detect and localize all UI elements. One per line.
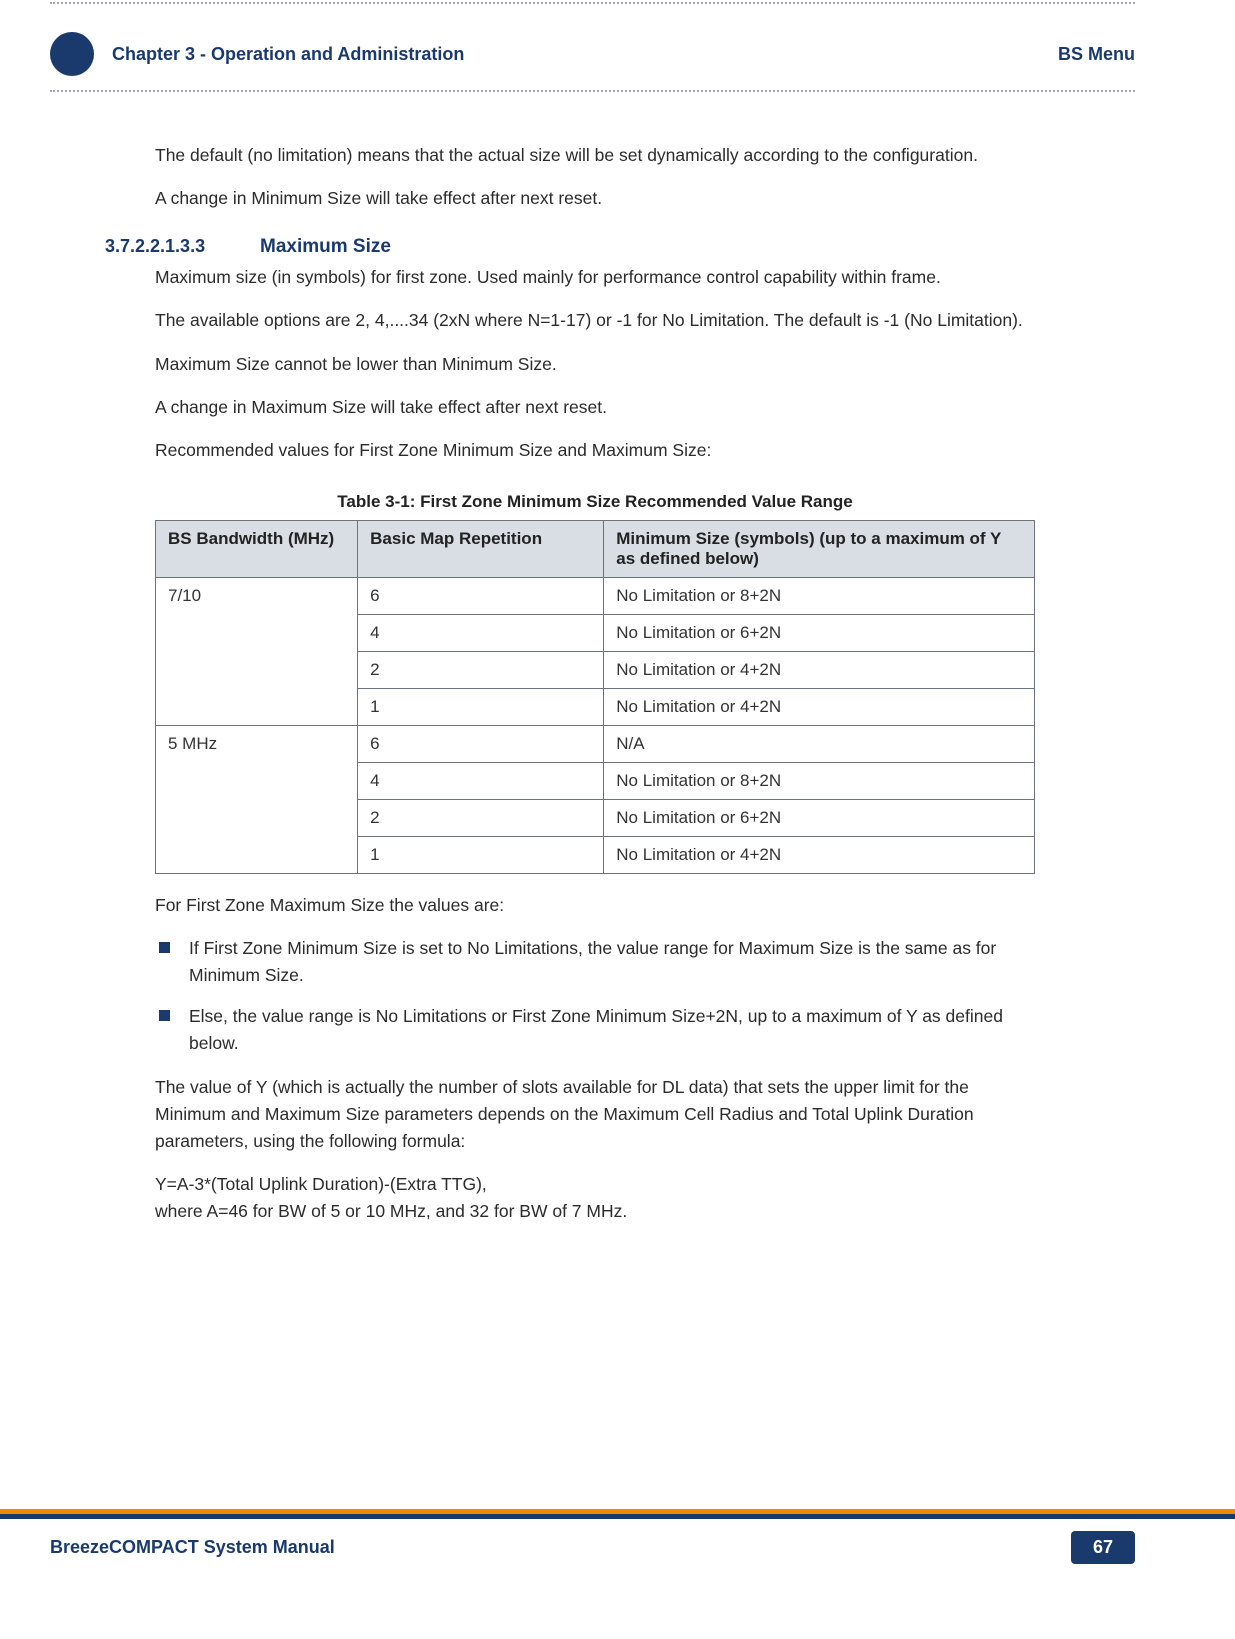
body-content: The default (no limitation) means that t… — [155, 142, 1035, 1225]
cell-rep: 4 — [358, 614, 604, 651]
formula-line-1: Y=A-3*(Total Uplink Duration)-(Extra TTG… — [155, 1174, 487, 1194]
section-title: Maximum Size — [260, 236, 391, 258]
section-heading-row: 3.7.2.2.1.3.3 Maximum Size — [155, 236, 1035, 258]
cell-rep: 6 — [358, 725, 604, 762]
cell-min: No Limitation or 6+2N — [604, 799, 1035, 836]
table-caption: Table 3-1: First Zone Minimum Size Recom… — [155, 492, 1035, 512]
section-paragraph-2: The available options are 2, 4,....34 (2… — [155, 307, 1035, 334]
cell-rep: 2 — [358, 799, 604, 836]
cell-min: No Limitation or 4+2N — [604, 688, 1035, 725]
footer-manual-title: BreezeCOMPACT System Manual — [50, 1537, 335, 1558]
page-number-badge: 67 — [1071, 1531, 1135, 1564]
cell-bw: 7/10 — [156, 577, 358, 725]
footer-color-bars — [0, 1514, 1235, 1519]
table-header-bw: BS Bandwidth (MHz) — [156, 520, 358, 577]
page-footer: BreezeCOMPACT System Manual 67 — [0, 1514, 1235, 1564]
cell-min: No Limitation or 8+2N — [604, 577, 1035, 614]
cell-min: No Limitation or 4+2N — [604, 651, 1035, 688]
table-row: 5 MHz6N/A — [156, 725, 1035, 762]
cell-rep: 6 — [358, 577, 604, 614]
intro-paragraph-1: The default (no limitation) means that t… — [155, 142, 1035, 169]
section-paragraph-3: Maximum Size cannot be lower than Minimu… — [155, 351, 1035, 378]
cell-rep: 4 — [358, 762, 604, 799]
intro-paragraph-2: A change in Minimum Size will take effec… — [155, 185, 1035, 212]
recommended-value-table: BS Bandwidth (MHz) Basic Map Repetition … — [155, 520, 1035, 874]
formula-line-2: where A=46 for BW of 5 or 10 MHz, and 32… — [155, 1201, 627, 1221]
cell-rep: 1 — [358, 836, 604, 873]
chapter-label: Chapter 3 - Operation and Administration — [112, 44, 1058, 65]
table-header-min: Minimum Size (symbols) (up to a maximum … — [604, 520, 1035, 577]
section-number: 3.7.2.2.1.3.3 — [105, 236, 260, 257]
cell-rep: 1 — [358, 688, 604, 725]
cell-min: No Limitation or 4+2N — [604, 836, 1035, 873]
section-paragraph-1: Maximum size (in symbols) for first zone… — [155, 264, 1035, 291]
list-item: Else, the value range is No Limitations … — [155, 1003, 1035, 1057]
header-bullet-icon — [50, 32, 94, 76]
list-item: If First Zone Minimum Size is set to No … — [155, 935, 1035, 989]
header-right-label: BS Menu — [1058, 44, 1135, 65]
after-table-paragraph-3: Y=A-3*(Total Uplink Duration)-(Extra TTG… — [155, 1171, 1035, 1225]
after-table-paragraph-2: The value of Y (which is actually the nu… — [155, 1074, 1035, 1155]
page-header: Chapter 3 - Operation and Administration… — [50, 4, 1135, 84]
cell-min: N/A — [604, 725, 1035, 762]
after-table-paragraph-1: For First Zone Maximum Size the values a… — [155, 892, 1035, 919]
table-row: 7/106No Limitation or 8+2N — [156, 577, 1035, 614]
table-header-rep: Basic Map Repetition — [358, 520, 604, 577]
cell-min: No Limitation or 6+2N — [604, 614, 1035, 651]
cell-min: No Limitation or 8+2N — [604, 762, 1035, 799]
cell-bw: 5 MHz — [156, 725, 358, 873]
bullet-list: If First Zone Minimum Size is set to No … — [155, 935, 1035, 1058]
section-paragraph-5: Recommended values for First Zone Minimu… — [155, 437, 1035, 464]
header-dotted-rule — [50, 90, 1135, 92]
table-header-row: BS Bandwidth (MHz) Basic Map Repetition … — [156, 520, 1035, 577]
cell-rep: 2 — [358, 651, 604, 688]
section-paragraph-4: A change in Maximum Size will take effec… — [155, 394, 1035, 421]
